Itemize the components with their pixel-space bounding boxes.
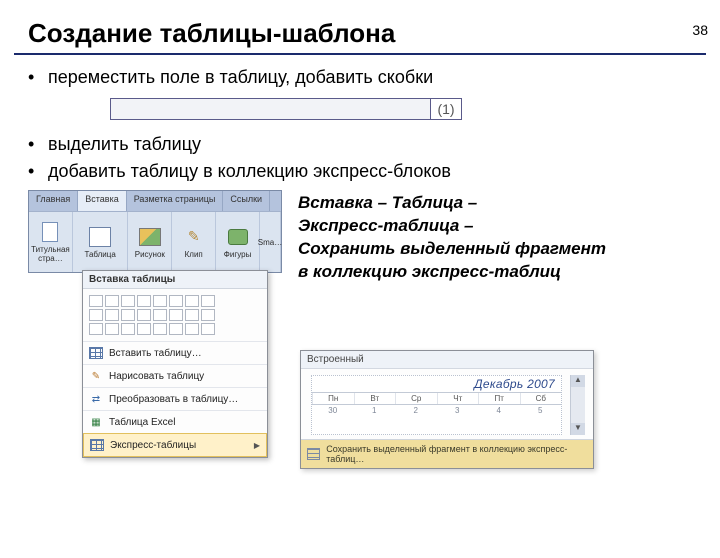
save-selection-label: Сохранить выделенный фрагмент в коллекци… [326,444,587,464]
field-placeholder: (1) [431,99,461,119]
pencil-icon: ✎ [89,369,103,383]
title-rule [14,53,706,55]
page-icon [39,221,61,243]
preview-header: Встроенный [301,351,593,369]
scroll-down-icon[interactable]: ▼ [571,423,585,435]
ribbon: Главная Вставка Разметка страницы Ссылки… [28,190,282,273]
word-screenshot-area: Главная Вставка Разметка страницы Ссылки… [28,190,720,470]
field-example: (1) [110,98,462,120]
tab-home[interactable]: Главная [29,191,78,211]
bullet-1: переместить поле в таблицу, добавить ско… [28,67,720,88]
tab-layout[interactable]: Разметка страницы [127,191,224,211]
bullet-list: переместить поле в таблицу, добавить ско… [28,67,720,88]
picture-label: Рисунок [135,250,165,259]
calendar-days: Пн Вт Ср Чт Пт Сб [312,392,561,405]
calendar-numbers: 30 1 2 3 4 5 [312,405,561,416]
field-cell [111,99,431,119]
shapes-label: Фигуры [224,250,252,259]
table-dropdown: Вставка таблицы Вставить таблицу… ✎ Нари… [82,270,268,458]
menu-convert-label: Преобразовать в таблицу… [109,394,238,405]
bullet-2: выделить таблицу [28,134,720,155]
path-line-2: Экспресс-таблица – [298,216,474,235]
page-number: 38 [692,22,708,38]
picture-icon [139,226,161,248]
cover-page-label: Титульная стра… [29,245,72,263]
path-line-3: Сохранить выделенный фрагмент [298,239,606,258]
ribbon-body: Титульная стра… Таблица Рисунок ✎ Клип Ф… [29,211,281,272]
menu-draw-label: Нарисовать таблицу [109,371,204,382]
clip-button[interactable]: ✎ Клип [172,212,216,272]
table-button[interactable]: Таблица [73,212,129,272]
tab-insert[interactable]: Вставка [78,191,126,211]
express-icon [90,438,104,452]
table-small-icon [89,346,103,360]
menu-express-tables[interactable]: Экспресс-таблицы ▶ [83,433,267,457]
menu-convert-table[interactable]: ⇄ Преобразовать в таблицу… [83,387,267,410]
shapes-button[interactable]: Фигуры [216,212,260,272]
menu-draw-table[interactable]: ✎ Нарисовать таблицу [83,364,267,387]
menu-excel-table[interactable]: ▦ Таблица Excel [83,410,267,433]
shapes-icon [227,226,249,248]
save-selection-item[interactable]: Сохранить выделенный фрагмент в коллекци… [301,439,593,468]
clip-label: Клип [185,250,203,259]
excel-icon: ▦ [89,415,103,429]
menu-insert-table[interactable]: Вставить таблицу… [83,341,267,364]
bullet-3: добавить таблицу в коллекцию экспресс-бл… [28,161,720,182]
calendar-preview[interactable]: Декабрь 2007 Пн Вт Ср Чт Пт Сб 30 1 2 3 … [311,375,562,435]
convert-icon: ⇄ [89,392,103,406]
chevron-right-icon: ▶ [254,441,260,450]
smartart-label: Sma… [258,238,282,247]
clip-icon: ✎ [183,226,205,248]
path-line-1: Вставка – Таблица – [298,193,477,212]
menu-express-label: Экспресс-таблицы [110,440,196,451]
menu-excel-label: Таблица Excel [109,417,175,428]
scroll-up-icon[interactable]: ▲ [571,375,585,387]
picture-button[interactable]: Рисунок [128,212,172,272]
smartart-button[interactable]: Sma… [260,212,281,272]
preview-scrollbar[interactable]: ▲ ▼ [570,375,585,435]
dropdown-header: Вставка таблицы [83,271,267,289]
menu-insert-label: Вставить таблицу… [109,348,202,359]
table-size-grid[interactable] [83,289,267,341]
menu-path-text: Вставка – Таблица – Экспресс-таблица – С… [298,192,658,284]
table-icon [89,226,111,248]
save-table-icon [307,448,320,460]
cover-page-button[interactable]: Титульная стра… [29,212,73,272]
bullet-list-2: выделить таблицу добавить таблицу в колл… [28,134,720,182]
table-label: Таблица [84,250,115,259]
calendar-month: Декабрь 2007 [312,376,561,392]
tab-references[interactable]: Ссылки [223,191,270,211]
express-table-preview: Встроенный Декабрь 2007 Пн Вт Ср Чт Пт С… [300,350,594,469]
page-title: Создание таблицы-шаблона [28,18,720,49]
path-line-4: в коллекцию экспресс-таблиц [298,262,561,281]
ribbon-tabs: Главная Вставка Разметка страницы Ссылки [29,191,281,211]
